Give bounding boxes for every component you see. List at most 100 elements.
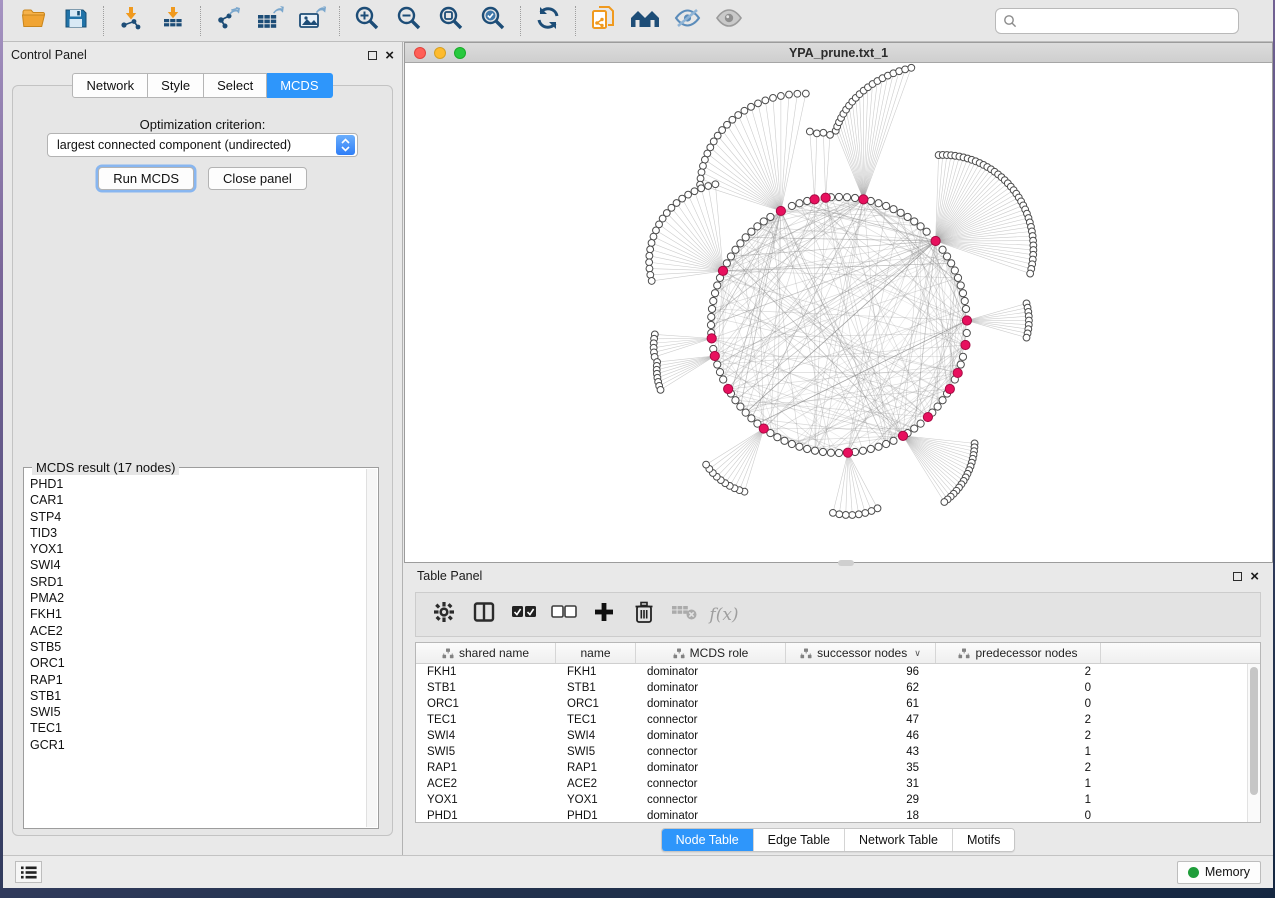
network-window-titlebar[interactable]: YPA_prune.txt_1 [405,43,1272,63]
mcds-dominator-node[interactable] [707,334,716,343]
mcds-dominator-node[interactable] [898,431,907,440]
mcds-dominator-node[interactable] [724,384,733,393]
mcds-dominator-node[interactable] [710,351,719,360]
leaf-node[interactable] [755,100,762,107]
close-window-icon[interactable] [414,47,426,59]
network-canvas[interactable] [405,63,1272,562]
export-image-button[interactable] [291,4,333,38]
criterion-dropdown[interactable]: largest connected component (undirected) [47,133,358,157]
network-node[interactable] [835,193,842,200]
mcds-dominator-node[interactable] [962,316,971,325]
table-row[interactable]: PHD1PHD1dominator180 [416,808,1247,823]
mcds-result-item[interactable]: STP4 [30,509,366,525]
network-node[interactable] [957,282,964,289]
network-node[interactable] [904,213,911,220]
network-node[interactable] [959,353,966,360]
network-node[interactable] [827,449,834,456]
network-node[interactable] [911,425,918,432]
export-table-button[interactable] [249,4,291,38]
table-row[interactable]: FKH1FKH1dominator962 [416,664,1247,680]
zoom-in-button[interactable] [346,4,388,38]
leaf-node[interactable] [729,116,736,123]
zoom-selected-button[interactable] [472,4,514,38]
network-node[interactable] [711,290,718,297]
network-node[interactable] [767,213,774,220]
leaf-node[interactable] [650,233,657,240]
network-node[interactable] [732,397,739,404]
mcds-dominator-node[interactable] [923,412,932,421]
network-node[interactable] [781,437,788,444]
mcds-dominator-node[interactable] [821,193,830,202]
leaf-node[interactable] [770,94,777,101]
run-mcds-button[interactable]: Run MCDS [98,167,194,190]
tab-network-table[interactable]: Network Table [844,829,952,851]
tab-style[interactable]: Style [148,73,204,98]
leaf-node[interactable] [855,511,862,518]
horizontal-splitter-handle[interactable] [838,560,854,566]
network-node[interactable] [788,440,795,447]
mcds-list-scrollbar[interactable] [366,469,377,827]
network-node[interactable] [748,415,755,422]
tab-motifs[interactable]: Motifs [952,829,1014,851]
network-node[interactable] [796,443,803,450]
network-node[interactable] [716,369,723,376]
network-node[interactable] [742,234,749,241]
mcds-result-item[interactable]: RAP1 [30,672,366,688]
mcds-dominator-node[interactable] [945,384,954,393]
leaf-node[interactable] [849,512,856,519]
network-node[interactable] [959,290,966,297]
table-row[interactable]: ACE2ACE2connector311 [416,776,1247,792]
leaf-node[interactable] [646,252,653,259]
network-node[interactable] [843,194,850,201]
leaf-node[interactable] [648,278,655,285]
network-node[interactable] [867,445,874,452]
leaf-node[interactable] [647,246,654,253]
network-node[interactable] [714,361,721,368]
column-header-MCDS-role[interactable]: MCDS role [636,643,786,663]
network-node[interactable] [737,240,744,247]
zoom-fit-button[interactable] [430,4,472,38]
table-row[interactable]: TEC1TEC1connector472 [416,712,1247,728]
network-node[interactable] [948,260,955,267]
network-node[interactable] [875,200,882,207]
show-all-button[interactable] [708,4,750,38]
leaf-node[interactable] [701,156,708,163]
zoom-out-button[interactable] [388,4,430,38]
deselect-all-checkbox-button[interactable] [546,597,582,633]
column-header-successor-nodes[interactable]: successor nodes∨ [786,643,936,663]
mcds-result-item[interactable]: TID3 [30,525,366,541]
refresh-layout-button[interactable] [527,4,569,38]
mcds-result-item[interactable]: FKH1 [30,606,366,622]
network-node[interactable] [897,209,904,216]
table-scrollbar[interactable] [1247,664,1260,822]
leaf-node[interactable] [685,191,692,198]
mcds-result-item[interactable]: SWI5 [30,704,366,720]
mcds-result-item[interactable]: YOX1 [30,541,366,557]
tab-select[interactable]: Select [204,73,267,98]
close-panel-button[interactable]: Close panel [208,167,307,190]
mcds-result-item[interactable]: CAR1 [30,492,366,508]
leaf-node[interactable] [836,511,843,518]
network-node[interactable] [723,260,730,267]
leaf-node[interactable] [735,112,742,119]
hide-selected-button[interactable] [666,4,708,38]
mcds-dominator-node[interactable] [961,340,970,349]
import-network-button[interactable] [110,4,152,38]
network-node[interactable] [714,282,721,289]
mcds-dominator-node[interactable] [843,448,852,457]
leaf-node[interactable] [748,103,755,110]
task-history-button[interactable] [15,861,42,883]
network-node[interactable] [732,246,739,253]
leaf-node[interactable] [802,90,809,97]
leaf-node[interactable] [941,499,948,506]
delete-column-button[interactable] [626,597,662,633]
settings-button[interactable] [426,597,462,633]
mcds-dominator-node[interactable] [759,424,768,433]
column-header-shared-name[interactable]: shared name [416,643,556,663]
leaf-node[interactable] [657,386,664,393]
leaf-node[interactable] [762,97,769,104]
network-node[interactable] [934,403,941,410]
import-table-button[interactable] [152,4,194,38]
leaf-node[interactable] [820,129,827,136]
mcds-result-item[interactable]: SWI4 [30,557,366,573]
